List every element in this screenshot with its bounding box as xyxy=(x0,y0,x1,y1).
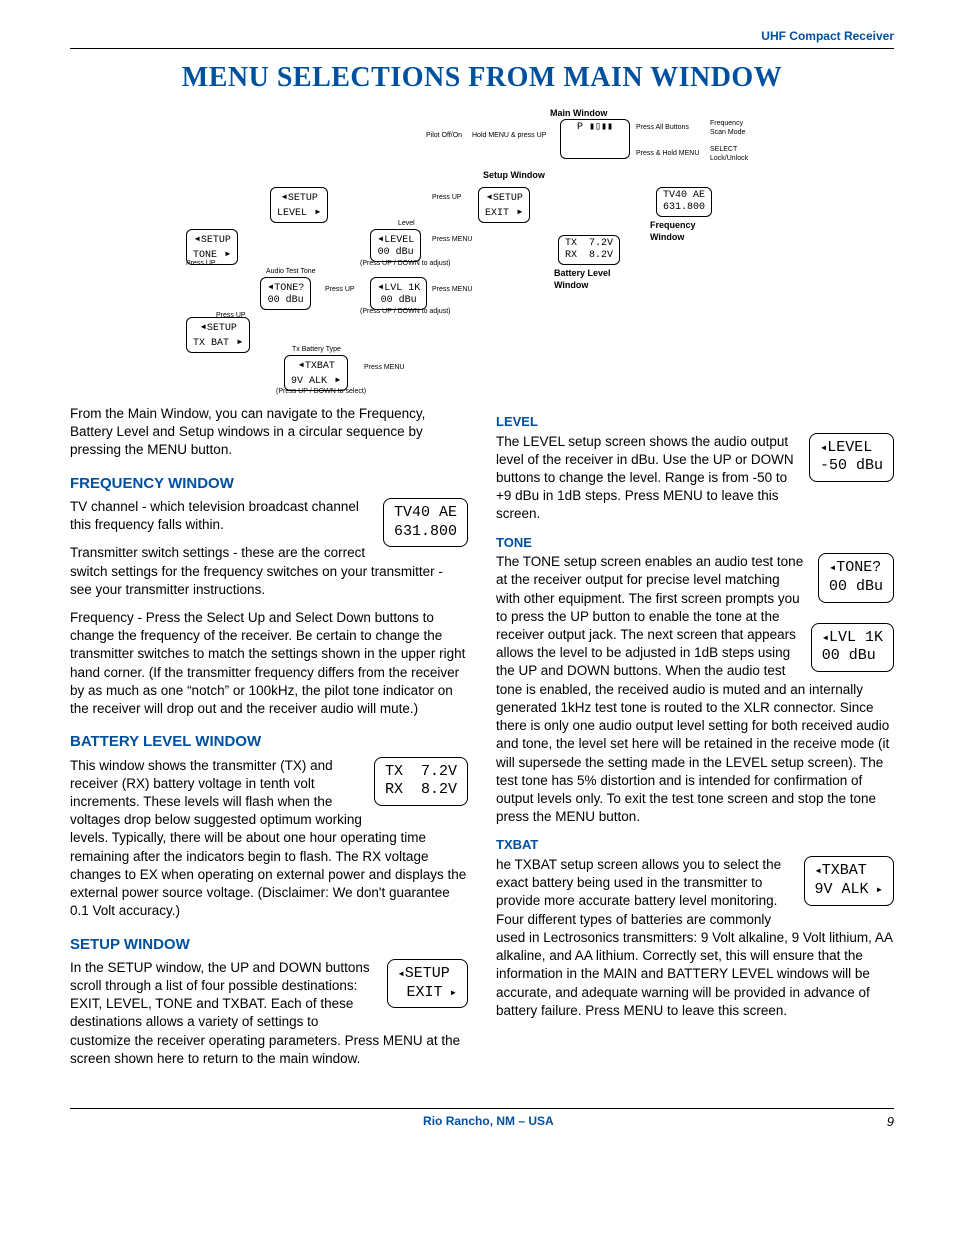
diagram-label-updown-2: (Press UP / DOWN to adjust) xyxy=(360,307,451,316)
lcd-frequency: TV40 AE 631.800 xyxy=(383,498,468,548)
footer-page-number: 9 xyxy=(887,1113,894,1131)
lcd-battery: TX 7.2V RX 8.2V xyxy=(374,757,468,807)
diagram-label-updown-1: (Press UP / DOWN to adjust) xyxy=(360,259,451,268)
diagram-label-level-h: Level xyxy=(398,219,415,228)
diagram-box-tone-00: TONE? 00 dBu xyxy=(260,277,311,310)
diagram-box-level-00: LEVEL 00 dBu xyxy=(370,229,421,262)
diagram-label-select: SELECT Lock/Unlock xyxy=(710,145,748,164)
diagram-label-pressup-1: Press UP xyxy=(432,193,462,202)
intro-paragraph: From the Main Window, you can navigate t… xyxy=(70,405,468,460)
diagram-box-batt: TX 7.2V RX 8.2V xyxy=(558,235,620,265)
diagram-box-setup-exit: SETUP EXIT xyxy=(478,187,530,223)
diagram-label-pressmenu-2: Press MENU xyxy=(432,285,472,294)
diagram-box-tv40: TV40 AE 631.800 xyxy=(656,187,712,217)
diagram-box-setup-txbat: SETUP TX BAT xyxy=(186,317,250,353)
diagram-label-batt-window: Battery Level Window xyxy=(554,267,611,291)
heading-setup-window: SETUP WINDOW xyxy=(70,935,468,955)
heading-level: LEVEL xyxy=(496,413,894,431)
page-footer: Rio Rancho, NM – USA 9 xyxy=(70,1108,894,1131)
freq-p2: Transmitter switch settings - these are … xyxy=(70,544,468,599)
diagram-label-pilot: Pilot Off/On xyxy=(426,131,462,140)
lcd-setup: SETUP EXIT xyxy=(387,959,468,1009)
heading-frequency-window: FREQUENCY WINDOW xyxy=(70,474,468,494)
diagram-label-presshold: Press & Hold MENU xyxy=(636,149,699,158)
heading-txbat: TXBAT xyxy=(496,836,894,854)
diagram-label-pressmenu-1: Press MENU xyxy=(432,235,472,244)
diagram-label-audiotest: Audio Test Tone xyxy=(266,267,316,276)
lcd-txbat: TXBAT 9V ALK xyxy=(804,856,894,906)
heading-tone: TONE xyxy=(496,534,894,552)
diagram-label-setup-window: Setup Window xyxy=(483,169,545,181)
footer-location: Rio Rancho, NM – USA xyxy=(90,1113,887,1129)
freq-p3: Frequency - Press the Select Up and Sele… xyxy=(70,609,468,718)
lcd-tone-2: LVL 1K 00 dBu xyxy=(811,623,894,673)
menu-flow-diagram: Main Window P ▮▯▮▮ Pilot Off/On Hold MEN… xyxy=(70,107,894,397)
right-column: LEVEL LEVEL -50 dBu The LEVEL setup scre… xyxy=(496,405,894,1078)
doc-header: UHF Compact Receiver xyxy=(70,28,894,44)
diagram-label-fscan: Frequency Scan Mode xyxy=(710,119,745,138)
diagram-box-main: P ▮▯▮▮ xyxy=(560,119,630,159)
header-rule xyxy=(70,48,894,49)
diagram-label-pressup-4: Press UP xyxy=(216,311,246,320)
diagram-label-freq-window: Frequency Window xyxy=(650,219,696,243)
diagram-label-pressup-2: Press UP xyxy=(186,259,216,268)
heading-battery-level-window: BATTERY LEVEL WINDOW xyxy=(70,732,468,752)
diagram-label-updown-sel: (Press UP / DOWN to select) xyxy=(276,387,366,396)
diagram-label-holdmenuup: Hold MENU & press UP xyxy=(472,131,546,140)
diagram-box-setup-level: SETUP LEVEL xyxy=(270,187,328,223)
diagram-label-pressmenu-3: Press MENU xyxy=(364,363,404,372)
diagram-label-pressall: Press All Buttons xyxy=(636,123,689,132)
diagram-label-main-window: Main Window xyxy=(550,107,607,119)
page-title: MENU SELECTIONS FROM MAIN WINDOW xyxy=(70,59,894,97)
diagram-label-pressup-3: Press UP xyxy=(325,285,355,294)
diagram-box-lvl1k: LVL 1K 00 dBu xyxy=(370,277,427,310)
diagram-label-txbtype: Tx Battery Type xyxy=(292,345,341,354)
content-columns: From the Main Window, you can navigate t… xyxy=(70,405,894,1078)
lcd-level: LEVEL -50 dBu xyxy=(809,433,894,483)
diagram-box-txbat-9v: TXBAT 9V ALK xyxy=(284,355,348,391)
left-column: From the Main Window, you can navigate t… xyxy=(70,405,468,1078)
lcd-tone-1: TONE? 00 dBu xyxy=(818,553,894,603)
